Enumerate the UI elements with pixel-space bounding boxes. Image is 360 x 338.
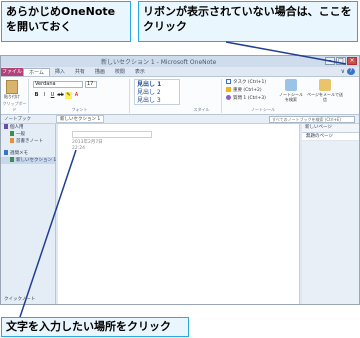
section-item-notes[interactable]: 首書きノート [1, 138, 55, 145]
notebook-item-weekly[interactable]: 週間メモ [1, 150, 55, 157]
tab-draw[interactable]: 描画 [90, 68, 110, 76]
maximize-button[interactable]: □ [336, 57, 346, 65]
styles-gallery[interactable]: 見出し 1 見出し 2 見出し 3 [134, 79, 180, 105]
style-heading-3[interactable]: 見出し 3 [137, 97, 177, 105]
search-input[interactable]: すべてのノートブックを検索 (Ctrl+E) [269, 116, 355, 123]
group-tags-label: ノートシール [223, 79, 303, 113]
style-heading-1[interactable]: 見出し 1 [137, 81, 177, 89]
notebook-pane: 個人用 一般 首書きノート 週間メモ 新しいセクション 1 クイックノート [1, 124, 56, 304]
quick-access-toolbar [4, 58, 34, 73]
section-icon [10, 138, 14, 143]
window-title: 新しいセクション 1 - Microsoft OneNote [101, 59, 217, 66]
group-style-label: スタイル [182, 79, 222, 113]
workspace: 個人用 一般 首書きノート 週間メモ 新しいセクション 1 クイックノート 20… [1, 124, 359, 304]
notebook-icon [4, 150, 8, 155]
section-tab[interactable]: 新しいセクション 1 [56, 115, 105, 123]
highlight-icon[interactable]: ✎ [65, 92, 72, 99]
callout-open-onenote: あらかじめOneNoteを開いておく [1, 1, 131, 42]
style-heading-2[interactable]: 見出し 2 [137, 89, 177, 97]
section-icon [10, 157, 14, 162]
strikethrough-icon[interactable]: ab [57, 92, 64, 99]
font-size-select[interactable]: 17 [85, 81, 97, 88]
window-controls: – □ × [325, 57, 357, 65]
tab-file[interactable]: ファイル [1, 68, 23, 76]
ribbon-tabs: ファイル ホーム 挿入 共有 描画 校閲 表示 ∨ ? [1, 67, 359, 76]
format-buttons: B I U ab ✎ A [33, 92, 80, 99]
help-icon[interactable]: ? [347, 68, 355, 75]
page-canvas[interactable]: 2013年2月7日 22:24 [58, 124, 300, 304]
ribbon-expand-button[interactable]: ∨ [341, 68, 345, 75]
add-page-button[interactable]: 新しいページ [302, 124, 359, 133]
section-bar: ノートブック 新しいセクション 1 すべてのノートブックを検索 (Ctrl+E) [1, 115, 359, 124]
email-icon [319, 79, 331, 91]
group-font: Verdana 17 B I U ab ✎ A フォント [30, 79, 130, 113]
underline-icon[interactable]: U [49, 92, 56, 99]
ribbon: 貼り付け クリップボード Verdana 17 B I U ab ✎ A フォン… [1, 76, 359, 115]
tab-view[interactable]: 表示 [130, 68, 150, 76]
close-button[interactable]: × [347, 57, 357, 65]
page-tabs-pane: 新しいページ 無題のページ [302, 124, 359, 304]
section-item-new[interactable]: 新しいセクション 1 [1, 157, 56, 164]
screenshot-stage: あらかじめOneNoteを開いておく リボンが表示されていない場合は、ここをクリ… [0, 0, 360, 338]
tab-share[interactable]: 共有 [70, 68, 90, 76]
notebook-icon [4, 124, 8, 129]
notebook-item-personal[interactable]: 個人用 [1, 124, 55, 131]
section-icon [10, 131, 14, 136]
group-label: ノートシール [251, 107, 275, 112]
tab-insert[interactable]: 挿入 [50, 68, 70, 76]
page-item[interactable]: 無題のページ [302, 133, 359, 141]
section-item-general[interactable]: 一般 [1, 131, 55, 138]
title-bar: 新しいセクション 1 - Microsoft OneNote – □ × [1, 56, 359, 73]
font-name-select[interactable]: Verdana [33, 81, 83, 88]
group-clipboard: 貼り付け クリップボード [1, 79, 29, 113]
group-label: フォント [71, 107, 88, 112]
bold-icon[interactable]: B [33, 92, 40, 99]
callout-click-place: 文字を入力したい場所をクリック [1, 317, 189, 337]
callout-ribbon-hidden: リボンが表示されていない場合は、ここをクリック [138, 1, 358, 42]
italic-icon[interactable]: I [41, 92, 48, 99]
font-color-icon[interactable]: A [73, 92, 80, 99]
onenote-window: 新しいセクション 1 - Microsoft OneNote – □ × ファイ… [0, 55, 360, 305]
page-title-field[interactable] [72, 131, 152, 138]
group-label: スタイル [193, 107, 210, 112]
group-label: クリップボード [2, 101, 27, 112]
minimize-button[interactable]: – [325, 57, 335, 65]
clipboard-icon [6, 80, 18, 94]
email-page-button[interactable]: ページをメールで送信 [307, 79, 343, 102]
tab-review[interactable]: 校閲 [110, 68, 130, 76]
quick-notes-link[interactable]: クイックノート [4, 296, 35, 302]
tab-home[interactable]: ホーム [23, 68, 50, 76]
page-datestamp: 2013年2月7日 22:24 [72, 140, 103, 151]
notebook-label: ノートブック [4, 117, 31, 122]
